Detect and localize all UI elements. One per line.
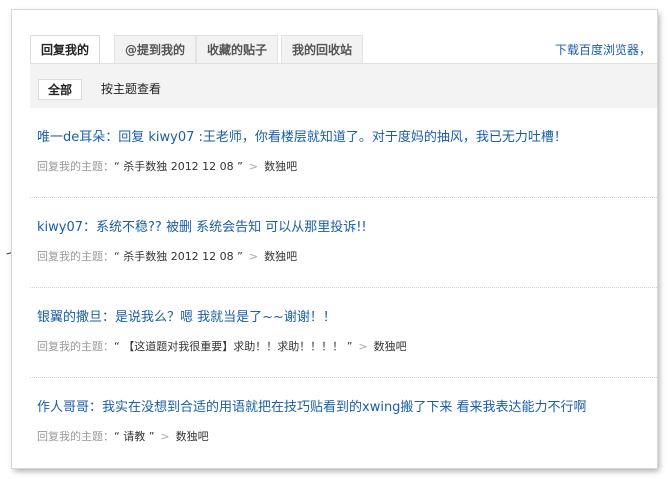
reply-text[interactable]: 唯一de耳朵：回复 kiwy07 :王老师，你看楼层就知道了。对于度妈的抽风，我…: [37, 126, 567, 145]
tab-bar: 回复我的 @提到我的 收藏的贴子 我的回收站 下载百度浏览器，: [12, 10, 657, 64]
tab-mentions[interactable]: @提到我的: [114, 35, 197, 63]
topic-link[interactable]: “ 请教 ”: [114, 430, 154, 443]
reply-meta: 回复我的主题：“ 请教 ” > 数独吧: [37, 428, 209, 444]
filter-by-topic[interactable]: 按主题查看: [101, 79, 161, 100]
forum-link[interactable]: 数独吧: [176, 430, 209, 443]
arrow-icon: >: [248, 250, 259, 263]
tab-favorites[interactable]: 收藏的贴子: [196, 35, 279, 63]
topic-link[interactable]: “ 【这道题对我很重要】求助！！求助！！！！ ”: [114, 340, 352, 353]
filter-all[interactable]: 全部: [38, 79, 83, 100]
arrow-icon: >: [160, 430, 170, 443]
reply-meta: 回复我的主题：“ 杀手数独 2012 12 08 ” > 数独吧: [37, 248, 297, 264]
meta-prefix: 回复我的主题：: [37, 250, 114, 263]
topic-link[interactable]: “ 杀手数独 2012 12 08 ”: [114, 160, 243, 173]
forum-link[interactable]: 数独吧: [264, 160, 297, 173]
meta-prefix: 回复我的主题：: [37, 340, 114, 353]
list-item: kiwy07：系统不稳?? 被删 系统会告知 可以从那里投诉!! 回复我的主题：…: [30, 198, 657, 288]
forum-link[interactable]: 数独吧: [374, 340, 407, 353]
filter-bar: 全部 按主题查看: [30, 64, 657, 108]
meta-prefix: 回复我的主题：: [37, 430, 114, 443]
reply-text[interactable]: 作人哥哥：我实在没想到合适的用语就把在技巧贴看到的xwing搬了下来 看来我表达…: [37, 396, 587, 415]
forum-link[interactable]: 数独吧: [264, 250, 297, 263]
list-item: 银翼的撒旦：是说我么？嗯 我就当是了~~谢谢！！ 回复我的主题：“ 【这道题对我…: [30, 288, 657, 378]
meta-prefix: 回复我的主题：: [37, 160, 114, 173]
tab-replies-to-me[interactable]: 回复我的: [30, 35, 101, 64]
tab-recycle-bin[interactable]: 我的回收站: [281, 35, 364, 63]
reply-meta: 回复我的主题：“ 杀手数独 2012 12 08 ” > 数独吧: [37, 158, 297, 174]
arrow-icon: >: [248, 160, 259, 173]
reply-meta: 回复我的主题：“ 【这道题对我很重要】求助！！求助！！！！ ” > 数独吧: [37, 338, 407, 354]
download-browser-link[interactable]: 下载百度浏览器，: [555, 41, 651, 58]
topic-link[interactable]: “ 杀手数独 2012 12 08 ”: [114, 250, 243, 263]
list-item: 作人哥哥：我实在没想到合适的用语就把在技巧贴看到的xwing搬了下来 看来我表达…: [30, 378, 657, 468]
arrow-icon: >: [358, 340, 368, 353]
reply-text[interactable]: kiwy07：系统不稳?? 被删 系统会告知 可以从那里投诉!!: [37, 216, 367, 235]
reply-text[interactable]: 银翼的撒旦：是说我么？嗯 我就当是了~~谢谢！！: [37, 306, 336, 325]
list-item: 唯一de耳朵：回复 kiwy07 :王老师，你看楼层就知道了。对于度妈的抽风，我…: [30, 108, 657, 198]
notification-panel: 回复我的 @提到我的 收藏的贴子 我的回收站 下载百度浏览器， 全部 按主题查看…: [12, 10, 657, 468]
